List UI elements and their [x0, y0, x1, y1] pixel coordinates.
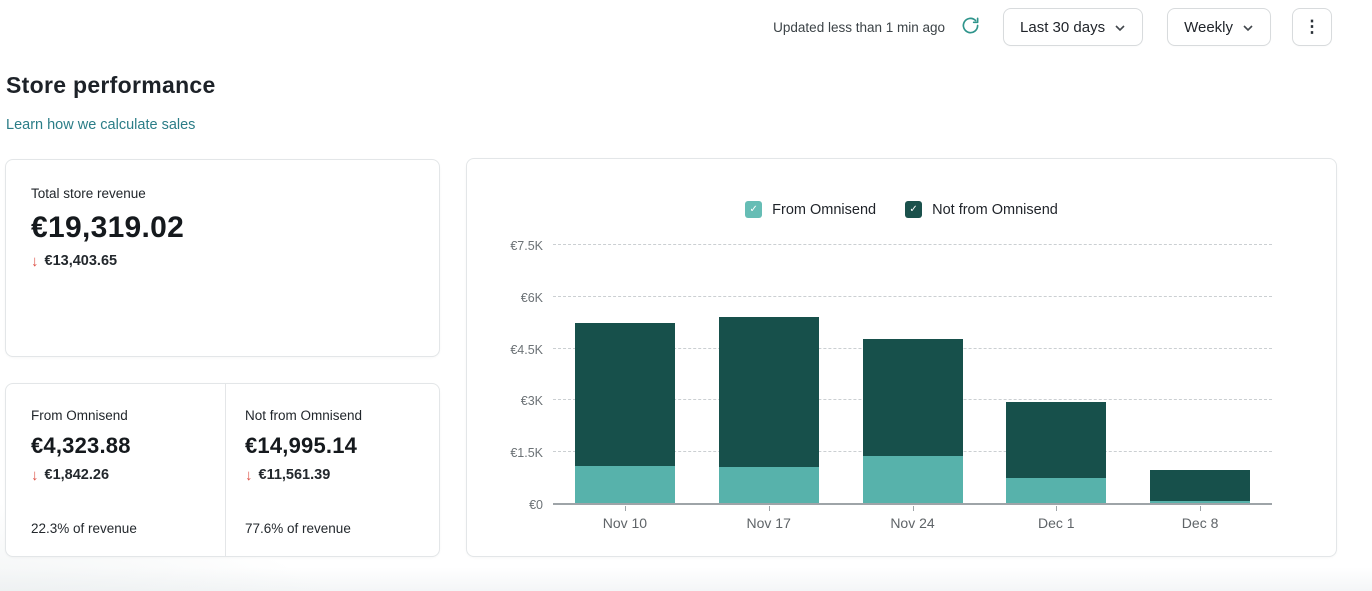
y-axis-tick-label: €0 [463, 498, 543, 512]
date-range-label: Last 30 days [1020, 19, 1105, 36]
not-from-omnisend-share: 77.6% of revenue [245, 521, 439, 536]
revenue-chart-card: ✓ From Omnisend ✓ Not from Omnisend €0€1… [466, 158, 1337, 557]
learn-how-link[interactable]: Learn how we calculate sales [6, 117, 195, 133]
from-omnisend-column: From Omnisend €4,323.88 ↓ €1,842.26 22.3… [6, 384, 225, 556]
checked-checkbox-icon: ✓ [745, 201, 762, 218]
bar-segment-not-from-omnisend [719, 317, 819, 467]
refresh-button[interactable] [957, 12, 984, 42]
arrow-down-icon: ↓ [245, 468, 253, 483]
kebab-menu-icon: ⋮ [1304, 17, 1321, 37]
legend-item-not-from-omnisend[interactable]: ✓ Not from Omnisend [905, 201, 1058, 218]
not-from-omnisend-column: Not from Omnisend €14,995.14 ↓ €11,561.3… [225, 384, 439, 556]
x-axis-tick [1056, 506, 1057, 511]
gridline-€6K [553, 296, 1272, 297]
bar-segment-from-omnisend [719, 467, 819, 504]
x-axis-label: Dec 8 [1128, 515, 1272, 531]
chevron-down-icon [1114, 19, 1126, 36]
not-from-omnisend-label: Not from Omnisend [245, 408, 439, 423]
revenue-split-card: From Omnisend €4,323.88 ↓ €1,842.26 22.3… [5, 383, 440, 557]
y-axis-tick-label: €6K [463, 291, 543, 305]
y-axis-tick-label: €3K [463, 394, 543, 408]
from-omnisend-label: From Omnisend [31, 408, 225, 423]
more-options-button[interactable]: ⋮ [1292, 8, 1332, 46]
sync-icon [961, 16, 980, 38]
from-omnisend-value: €4,323.88 [31, 433, 225, 459]
bar-dec-8[interactable] [1150, 470, 1250, 504]
arrow-down-icon: ↓ [31, 254, 39, 269]
y-axis-tick-label: €7.5K [463, 239, 543, 253]
total-revenue-label: Total store revenue [31, 186, 414, 201]
bar-segment-not-from-omnisend [863, 339, 963, 456]
x-axis-tick [769, 506, 770, 511]
checked-checkbox-icon: ✓ [905, 201, 922, 218]
chevron-down-icon [1242, 19, 1254, 36]
from-omnisend-share: 22.3% of revenue [31, 521, 225, 536]
gridline-€7.5K [553, 244, 1272, 245]
not-from-omnisend-delta-value: €11,561.39 [259, 467, 331, 483]
x-axis-tick [1200, 506, 1201, 511]
x-axis-label: Nov 17 [697, 515, 841, 531]
x-axis-tick [625, 506, 626, 511]
plot-area: €0€1.5K€3K€4.5K€6K€7.5KNov 10Nov 17Nov 2… [553, 245, 1272, 504]
legend-label-from-omnisend: From Omnisend [772, 202, 876, 218]
bar-dec-1[interactable] [1006, 402, 1106, 504]
not-from-omnisend-value: €14,995.14 [245, 433, 439, 459]
x-axis-label: Dec 1 [984, 515, 1128, 531]
granularity-label: Weekly [1184, 19, 1233, 36]
bar-segment-not-from-omnisend [1150, 470, 1250, 501]
legend-label-not-from-omnisend: Not from Omnisend [932, 202, 1058, 218]
from-omnisend-delta-value: €1,842.26 [45, 467, 110, 483]
not-from-omnisend-delta: ↓ €11,561.39 [245, 467, 439, 483]
arrow-down-icon: ↓ [31, 468, 39, 483]
total-revenue-delta: ↓ €13,403.65 [31, 253, 414, 269]
bar-nov-24[interactable] [863, 339, 963, 504]
topbar: Updated less than 1 min ago Last 30 days… [773, 8, 1332, 46]
y-axis-tick-label: €4.5K [463, 343, 543, 357]
page-title: Store performance [6, 72, 216, 99]
bar-segment-not-from-omnisend [575, 323, 675, 466]
date-range-dropdown[interactable]: Last 30 days [1003, 8, 1143, 46]
chart-legend: ✓ From Omnisend ✓ Not from Omnisend [467, 201, 1336, 218]
bar-segment-not-from-omnisend [1006, 402, 1106, 479]
bar-segment-from-omnisend [1006, 478, 1106, 504]
x-axis-label: Nov 10 [553, 515, 697, 531]
bar-nov-17[interactable] [719, 317, 819, 505]
x-axis-tick [913, 506, 914, 511]
total-revenue-value: €19,319.02 [31, 211, 414, 245]
from-omnisend-delta: ↓ €1,842.26 [31, 467, 225, 483]
x-axis-label: Nov 24 [841, 515, 985, 531]
last-updated-text: Updated less than 1 min ago [773, 20, 945, 35]
page-header: Store performance Learn how we calculate… [6, 72, 216, 134]
granularity-dropdown[interactable]: Weekly [1167, 8, 1271, 46]
bar-segment-from-omnisend [863, 456, 963, 504]
total-revenue-delta-value: €13,403.65 [45, 253, 118, 269]
y-axis-tick-label: €1.5K [463, 446, 543, 460]
legend-item-from-omnisend[interactable]: ✓ From Omnisend [745, 201, 876, 218]
total-revenue-card: Total store revenue €19,319.02 ↓ €13,403… [5, 159, 440, 357]
bar-nov-10[interactable] [575, 323, 675, 504]
x-axis-line [553, 503, 1272, 505]
bar-segment-from-omnisend [575, 466, 675, 504]
